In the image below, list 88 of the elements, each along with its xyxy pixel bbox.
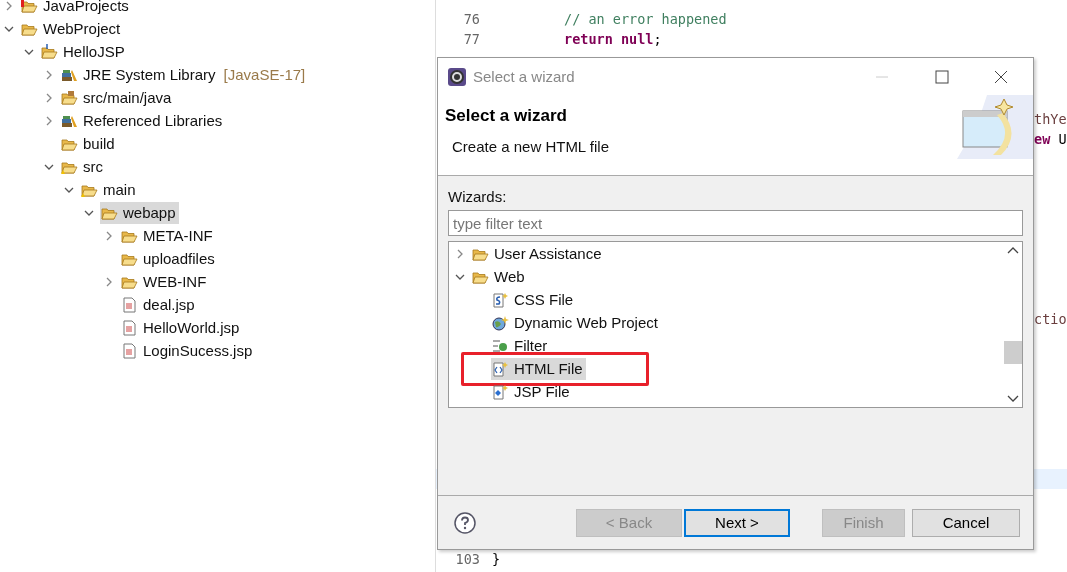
item-label: deal.jsp <box>143 296 195 313</box>
item-label: JSP File <box>514 383 570 400</box>
maximize-icon[interactable] <box>935 69 949 84</box>
css-file-icon <box>492 291 509 308</box>
gear-icon <box>447 66 467 87</box>
globe-icon <box>492 314 509 331</box>
tree-item[interactable]: WebProject <box>20 17 124 40</box>
dialog-button[interactable]: Next > <box>684 508 790 537</box>
tree-item[interactable]: deal.jsp <box>120 293 198 316</box>
code-line: // an error happened <box>564 11 727 27</box>
tree-item[interactable]: JRE System Library <box>60 63 219 86</box>
chevron-icon[interactable] <box>104 230 114 241</box>
item-label: webapp <box>123 204 176 221</box>
scroll-down-icon[interactable] <box>1007 393 1019 403</box>
page-icon <box>492 383 509 400</box>
scroll-up-icon[interactable] <box>1007 246 1019 256</box>
chevron-icon[interactable] <box>4 0 14 11</box>
tree-item[interactable]: User Assistance <box>471 242 605 265</box>
item-label: HTML File <box>514 360 583 377</box>
tree-item[interactable]: Dynamic Web Project <box>491 311 661 334</box>
tree-item[interactable]: Filter <box>491 334 551 357</box>
tree-item[interactable]: src/main/java <box>60 86 175 109</box>
item-label: WEB-INF <box>143 273 207 290</box>
tree-item[interactable]: main <box>80 178 139 201</box>
scrollbar-thumb[interactable] <box>1004 341 1022 364</box>
item-label: CSS File <box>514 291 574 308</box>
page-icon <box>121 319 138 336</box>
item-label: Referenced Libraries <box>83 112 223 129</box>
filter-icon <box>492 337 509 354</box>
page-icon <box>121 296 138 313</box>
item-label: JavaProjects <box>43 0 129 14</box>
item-label: src/main/java <box>83 89 172 106</box>
item-label: uploadfiles <box>143 250 215 267</box>
tree-item[interactable]: uploadfiles <box>120 247 218 270</box>
item-label: Web <box>494 268 525 285</box>
item-label: WebProject <box>43 20 121 37</box>
package-folder-icon <box>61 89 78 106</box>
wizard-heading: Select a wizard <box>445 106 568 126</box>
item-label: META-INF <box>143 227 213 244</box>
code-line: } <box>492 551 501 567</box>
tree-item[interactable]: CSS File <box>491 288 577 311</box>
item-decoration: [JavaSE-17] <box>223 66 306 83</box>
line-number: 103 <box>454 551 480 567</box>
tree-item[interactable]: LoginSucess.jsp <box>120 339 256 362</box>
chevron-icon[interactable] <box>44 92 54 103</box>
web-project-icon <box>41 43 58 60</box>
help-icon[interactable] <box>454 511 476 534</box>
item-label: build <box>83 135 115 152</box>
wizard-description: Create a new HTML file <box>452 138 610 155</box>
dialog-button[interactable]: Cancel <box>912 508 1020 537</box>
code-line: ew U <box>1034 131 1067 147</box>
code-line: thYe <box>1034 111 1067 127</box>
tree-item[interactable]: HTML File <box>491 357 586 380</box>
tree-item[interactable]: JavaProjects <box>20 0 132 17</box>
tree-item[interactable]: HelloWorld.jsp <box>120 316 243 339</box>
tree-item[interactable]: META-INF <box>120 224 216 247</box>
line-number: 77 <box>462 31 480 47</box>
tree-item[interactable]: JSP File <box>491 380 573 403</box>
line-number: 76 <box>462 11 480 27</box>
code-line: return null; <box>564 31 662 47</box>
tree-item[interactable]: webapp <box>100 201 179 224</box>
item-label: src <box>83 158 103 175</box>
item-label: HelloWorld.jsp <box>143 319 240 336</box>
item-label: Filter <box>514 337 548 354</box>
item-label: HelloJSP <box>63 43 125 60</box>
item-label: User Assistance <box>494 245 602 262</box>
project-folder-icon <box>21 0 38 14</box>
tree-item[interactable]: HelloJSP <box>40 40 128 63</box>
chevron-icon[interactable] <box>44 69 54 80</box>
close-icon[interactable] <box>994 69 1008 84</box>
tree-item[interactable]: Web <box>471 265 528 288</box>
item-label: JRE System Library <box>83 66 216 83</box>
item-label: Dynamic Web Project <box>514 314 658 331</box>
filter-field[interactable]: type filter text <box>448 210 1023 236</box>
chevron-icon[interactable] <box>104 276 114 287</box>
tree-item[interactable]: build <box>60 132 118 155</box>
html-file-icon <box>492 360 509 377</box>
tree-item[interactable]: src <box>60 155 106 178</box>
chevron-icon[interactable] <box>44 115 54 126</box>
page-icon <box>121 342 138 359</box>
item-label: main <box>103 181 136 198</box>
window-title: Select a wizard <box>473 68 575 85</box>
tree-item[interactable]: Referenced Libraries <box>60 109 226 132</box>
item-label: LoginSucess.jsp <box>143 342 253 359</box>
list-label: Wizards: <box>448 188 508 207</box>
code-line: ctio <box>1034 311 1067 327</box>
tree-item[interactable]: WEB-INF <box>120 270 210 293</box>
chevron-icon[interactable] <box>455 248 465 259</box>
